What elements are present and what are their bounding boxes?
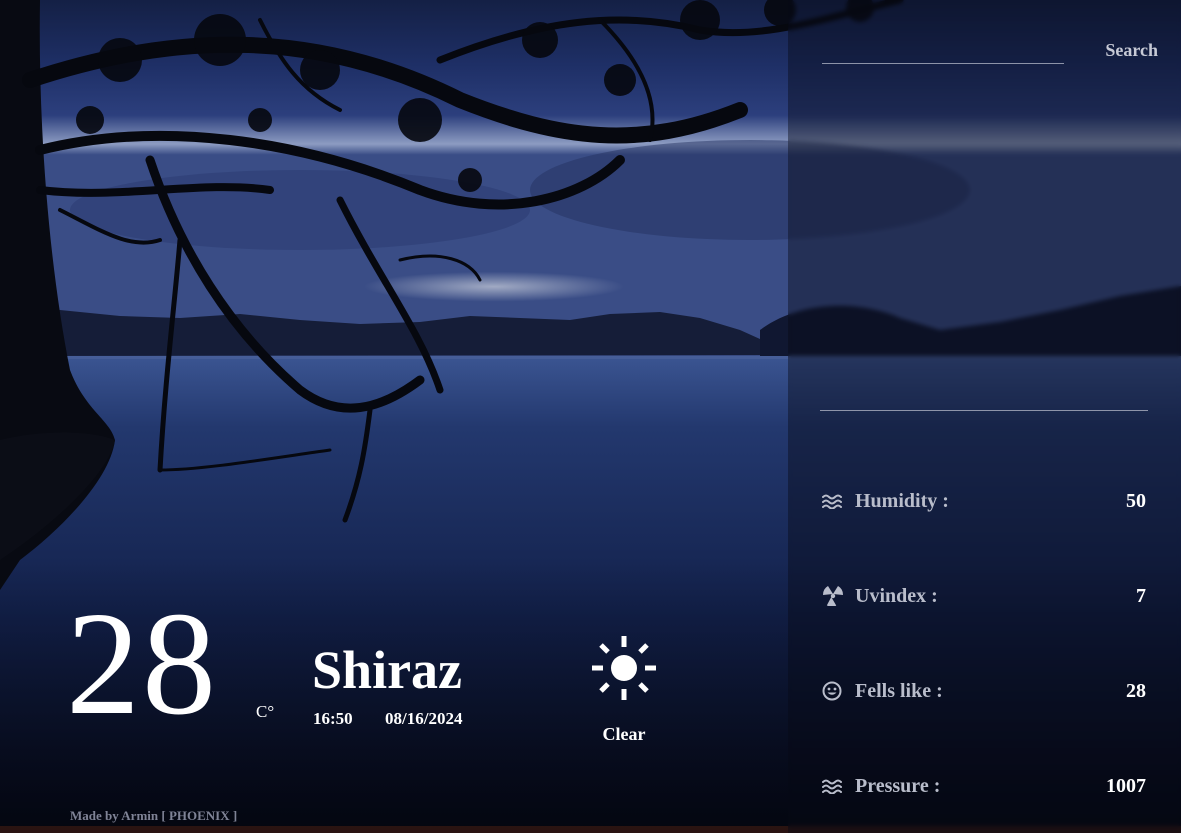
feels-like-label: Fells like :	[855, 679, 943, 702]
sun-icon	[592, 636, 656, 700]
feels-like-value: 28	[1126, 679, 1146, 702]
search-underline	[822, 63, 1064, 64]
radiation-icon	[822, 585, 846, 607]
search-input[interactable]	[822, 36, 1066, 64]
weather-app: Search Humidity : 50 Uvindex : 7 Fells l…	[0, 0, 1181, 833]
pressure-value: 1007	[1106, 774, 1146, 797]
humidity-label: Humidity :	[855, 489, 949, 512]
feels-like-row: Fells like : 28	[822, 676, 1148, 706]
pressure-row: Pressure : 1007	[822, 771, 1148, 801]
pressure-label: Pressure :	[855, 774, 941, 797]
condition-label: Clear	[602, 724, 646, 744]
uvindex-value: 7	[1136, 584, 1146, 607]
search-button-label: Search	[1105, 39, 1158, 60]
humidity-row: Humidity : 50	[822, 486, 1148, 516]
uvindex-label: Uvindex :	[855, 584, 938, 607]
details-panel	[788, 0, 1181, 833]
uvindex-row: Uvindex : 7	[822, 581, 1148, 611]
humidity-value: 50	[1126, 489, 1146, 512]
temperature-unit: C°	[256, 702, 275, 721]
footer-credit: Made by Armin [ PHOENIX ]	[70, 808, 238, 823]
waves-icon	[822, 490, 846, 512]
local-time: 16:50	[313, 709, 353, 728]
city-name: Shiraz	[312, 640, 463, 700]
waves-icon	[822, 775, 846, 797]
smiley-icon	[822, 680, 846, 702]
panel-divider	[820, 410, 1148, 411]
local-date: 08/16/2024	[385, 709, 463, 728]
temperature-value: 28	[66, 582, 218, 746]
search-button[interactable]: Search	[1078, 38, 1158, 62]
